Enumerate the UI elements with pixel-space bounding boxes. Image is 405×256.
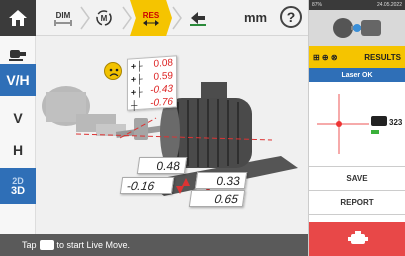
chevron-right-icon	[122, 6, 132, 30]
results-arrows-icon	[143, 19, 159, 26]
horizontal-coupling-angle: -0.16	[119, 177, 175, 194]
dim-label: DIM	[55, 10, 71, 20]
view-horizontal[interactable]: H	[0, 134, 36, 166]
machine-thumbnail[interactable]	[309, 10, 405, 46]
results-header[interactable]: ⊞ ⊕ ⊗ RESULTS	[309, 46, 405, 68]
status-text-start: Tap	[22, 240, 37, 250]
status-text-end: to start Live Move.	[56, 240, 131, 250]
vertical-results-card: +├ 0.08 +├ 0.59 +├ -0.43 ┼ -0.76	[127, 55, 177, 111]
save-button[interactable]: SAVE	[309, 166, 405, 190]
top-toolbar: DIM M RES mm ?	[0, 0, 308, 36]
sensor-value: 323	[389, 118, 403, 127]
date-display: 24.05.2022	[376, 2, 402, 8]
foot-icon: +├	[131, 86, 143, 97]
view-vertical-horizontal[interactable]: V/H	[0, 64, 36, 96]
machine-thumbnail-icon	[333, 18, 381, 38]
results-label: RESULTS	[364, 52, 401, 62]
unit-selector[interactable]: mm	[244, 10, 267, 25]
horizontal-foot-front: 0.33	[194, 172, 248, 189]
report-button[interactable]: REPORT	[309, 190, 405, 214]
mode-3d-label: 3D	[10, 185, 26, 197]
measure-rotation-icon: M	[96, 10, 112, 26]
step-measure[interactable]: M	[84, 0, 124, 36]
system-bar: 87% 24.05.2022	[309, 0, 405, 10]
vertical-value: -0.43	[150, 83, 173, 97]
help-button[interactable]: ?	[280, 6, 302, 28]
horizontal-foot-back: 0.65	[188, 190, 246, 207]
step-results[interactable]: RES	[130, 0, 172, 36]
move-machine-icon	[190, 12, 206, 26]
offset-icon: +├	[131, 60, 143, 71]
machine-view: +├ 0.08 +├ 0.59 +├ -0.43 ┼ -0.76 0.48 -0.16 …	[36, 36, 308, 234]
vertical-value: 0.08	[153, 57, 173, 70]
view-vertical[interactable]: V	[0, 102, 36, 134]
live-move-icon	[347, 231, 368, 244]
view-2d-3d-toggle[interactable]: 2D 3D	[0, 168, 36, 204]
right-panel: 87% 24.05.2022 ⊞ ⊕ ⊗ RESULTS Laser OK 32…	[308, 0, 405, 256]
live-move-button[interactable]	[309, 222, 405, 256]
left-sidebar: V/H V H 2D 3D	[0, 36, 36, 234]
horizontal-coupling-offset: 0.48	[136, 157, 188, 174]
svg-text:M: M	[101, 14, 108, 23]
vertical-value: -0.76	[150, 96, 173, 110]
laser-target-display: 323	[309, 82, 405, 166]
step-dimensions[interactable]: DIM	[46, 0, 80, 36]
live-move-icon	[39, 240, 54, 250]
angle-icon: +├	[131, 73, 143, 84]
machine-view-icon	[9, 50, 26, 61]
step-move[interactable]	[178, 0, 218, 36]
status-smiley-icon	[104, 62, 122, 80]
results-mode-icons: ⊞ ⊕ ⊗	[313, 52, 338, 62]
dimension-arrows-icon	[54, 19, 72, 26]
laser-status: Laser OK	[309, 68, 405, 82]
foot-icon: ┼	[131, 99, 138, 110]
home-icon	[9, 10, 27, 26]
status-bar: Tap to start Live Move.	[0, 234, 308, 256]
home-button[interactable]	[0, 0, 36, 36]
battery-level: 87%	[312, 2, 323, 8]
vertical-value: 0.59	[153, 70, 173, 83]
res-label: RES	[142, 10, 160, 20]
